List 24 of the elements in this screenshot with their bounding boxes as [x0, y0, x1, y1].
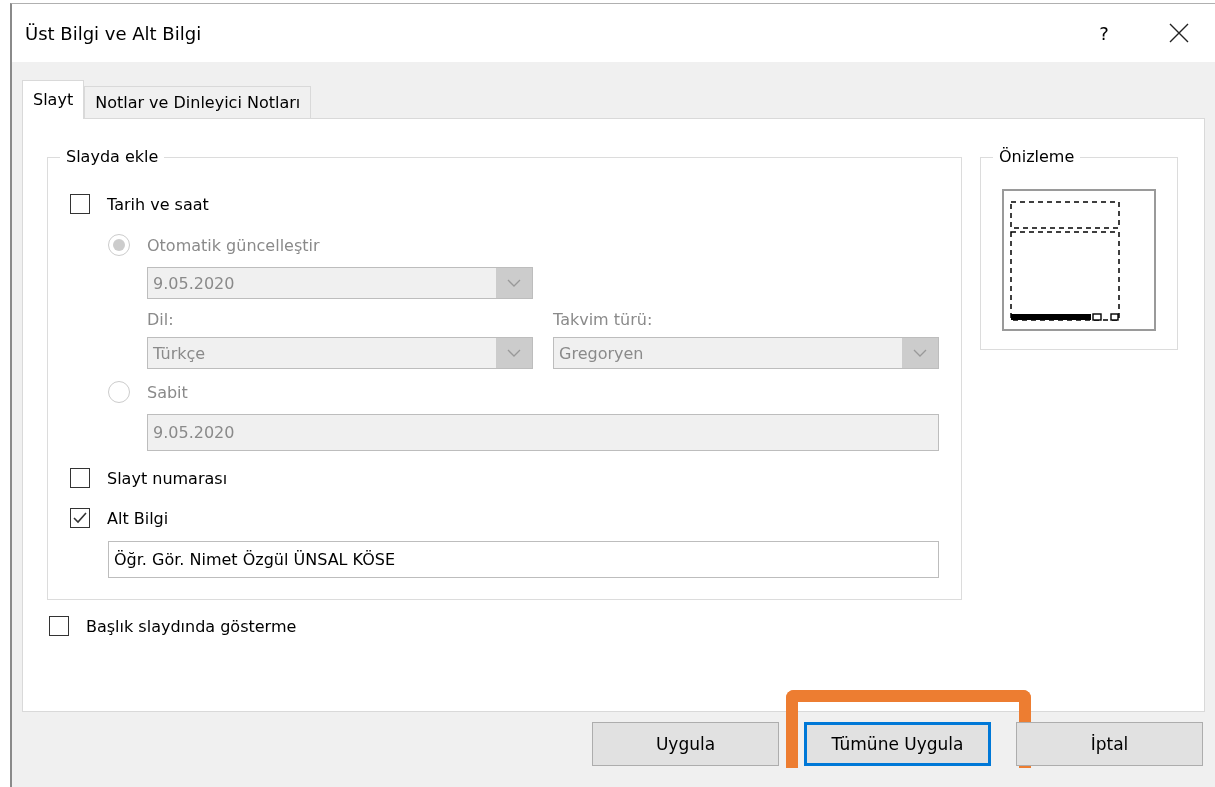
radio-label: Sabit	[147, 382, 188, 402]
dialog-button[interactable]: Uygula	[592, 722, 779, 766]
help-button[interactable]: ?	[1089, 22, 1119, 44]
tab[interactable]: Notlar ve Dinleyici Notları	[84, 86, 312, 118]
checkbox[interactable]	[49, 616, 69, 636]
field-label: Takvim türü:	[553, 309, 654, 331]
checkbox[interactable]	[70, 508, 90, 528]
chevron-down-icon	[913, 349, 927, 357]
checkbox-label: Başlık slaydında gösterme	[86, 616, 297, 636]
close-icon[interactable]	[1169, 23, 1189, 43]
dialog-button[interactable]: İptal	[1016, 722, 1203, 766]
window-title: Üst Bilgi ve Alt Bilgi	[25, 22, 203, 44]
checkbox-label: Alt Bilgi	[107, 508, 169, 528]
chevron-down-icon	[507, 349, 521, 357]
field-label: Dil:	[147, 309, 175, 331]
checkbox-label: Slayt numarası	[107, 468, 228, 488]
chevron-down-icon	[507, 279, 521, 287]
radio-label: Otomatik güncelleştir	[147, 235, 320, 255]
checkbox[interactable]	[70, 468, 90, 488]
checkbox[interactable]	[70, 194, 90, 214]
checkbox-label: Tarih ve saat	[107, 194, 209, 214]
dialog-button[interactable]: Tümüne Uygula	[804, 722, 991, 766]
tab[interactable]: Slayt	[22, 80, 85, 119]
footer-text-field[interactable]: Öğr. Gör. Nimet Özgül ÜNSAL KÖSE	[108, 541, 939, 578]
